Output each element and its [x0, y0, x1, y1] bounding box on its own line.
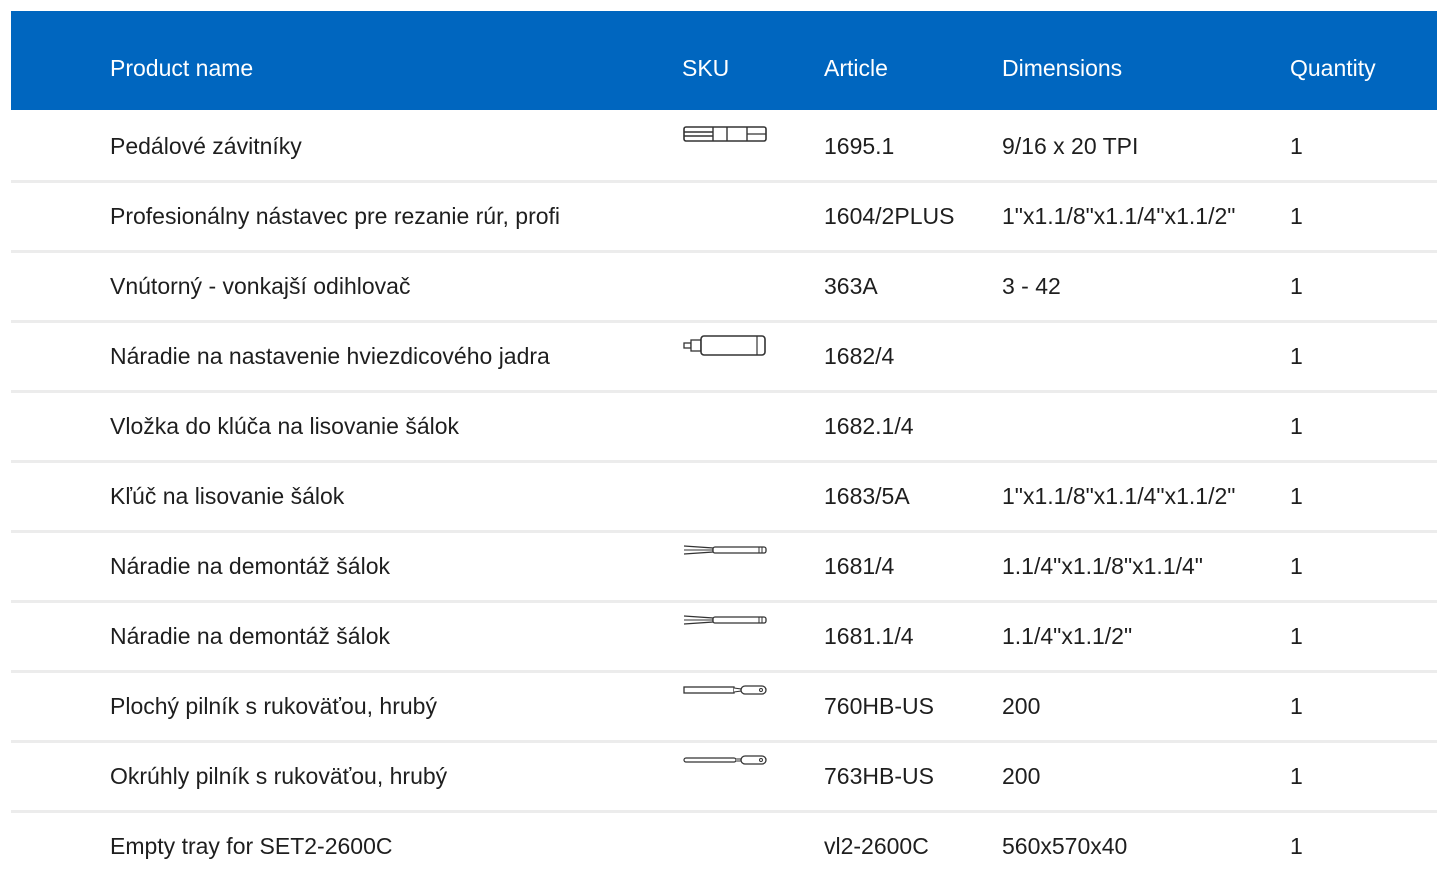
product-name-cell: Náradie na demontáž šálok: [110, 553, 390, 579]
table-row[interactable]: Náradie na demontáž šálok 1681.1/4 1.1/4"x…: [11, 603, 1437, 673]
product-name-cell: Pedálové závitníky: [110, 133, 302, 159]
dimensions-cell: 1"x1.1/8"x1.1/4"x1.1/2": [1002, 203, 1236, 229]
table-row[interactable]: Vložka do klúča na lisovanie šálok 1682.1…: [11, 393, 1437, 463]
cup-remover-icon: [683, 614, 767, 638]
sku-cell: [683, 264, 767, 288]
flat-file-icon: [683, 684, 767, 708]
sku-cell: [683, 404, 767, 428]
sku-cell: [683, 474, 767, 498]
quantity-cell: 1: [1290, 623, 1303, 649]
product-table: Product name SKU Article Dimensions Quan…: [11, 11, 1437, 880]
table-row[interactable]: Pedálové závitníky 1695.1 9/16 x 20 TPI 1: [11, 113, 1437, 183]
table-row[interactable]: Profesionálny nástavec pre rezanie rúr, …: [11, 183, 1437, 253]
product-name-cell: Empty tray for SET2-2600C: [110, 833, 393, 859]
article-cell: 760HB-US: [824, 693, 934, 719]
cup-remover-icon: [683, 544, 767, 568]
quantity-cell: 1: [1290, 133, 1303, 159]
table-row[interactable]: Empty tray for SET2-2600C vl2-2600C 560x57…: [11, 813, 1437, 880]
product-name-cell: Kľúč na lisovanie šálok: [110, 483, 345, 509]
dimensions-cell: 1.1/4"x1.1/8"x1.1/4": [1002, 553, 1203, 579]
product-name-cell: Profesionálny nástavec pre rezanie rúr, …: [110, 203, 561, 229]
quantity-cell: 1: [1290, 763, 1303, 789]
quantity-cell: 1: [1290, 693, 1303, 719]
dimensions-cell: 3 - 42: [1002, 273, 1061, 299]
quantity-cell: 1: [1290, 483, 1303, 509]
article-cell: 1695.1: [824, 133, 895, 159]
dimensions-cell: 560x570x40: [1002, 833, 1128, 859]
quantity-cell: 1: [1290, 833, 1303, 859]
quantity-cell: 1: [1290, 273, 1303, 299]
product-name-cell: Okrúhly pilník s rukoväťou, hrubý: [110, 763, 448, 789]
product-name-cell: Vložka do klúča na lisovanie šálok: [110, 413, 460, 439]
table-row[interactable]: Vnútorný - vonkajší odihlovač 363A 3 - 42 1: [11, 253, 1437, 323]
article-cell: 1683/5A: [824, 483, 910, 509]
dimensions-cell: 1"x1.1/8"x1.1/4"x1.1/2": [1002, 483, 1236, 509]
table-row[interactable]: Náradie na nastavenie hviezdicového jadr…: [11, 323, 1437, 393]
article-cell: 1682.1/4: [824, 413, 914, 439]
article-cell: 1681.1/4: [824, 623, 914, 649]
header-article[interactable]: Article: [824, 55, 888, 81]
article-cell: 363A: [824, 273, 878, 299]
header-product-name[interactable]: Product name: [110, 55, 253, 81]
table-row[interactable]: Plochý pilník s rukoväťou, hrubý 760HB-US…: [11, 673, 1437, 743]
dimensions-cell: 200: [1002, 693, 1041, 719]
dimensions-cell: 1.1/4"x1.1/2": [1002, 623, 1133, 649]
table-body: Pedálové závitníky 1695.1 9/16 x 20 TPI 1 Pr…: [11, 113, 1437, 880]
dimensions-cell: 200: [1002, 763, 1041, 789]
table-header: Product name SKU Article Dimensions Quan…: [11, 11, 1437, 110]
table-row[interactable]: Okrúhly pilník s rukoväťou, hrubý 763HB-U…: [11, 743, 1437, 813]
tap-tool-icon: [683, 124, 767, 148]
product-name-cell: Náradie na nastavenie hviezdicového jadr…: [110, 343, 550, 369]
product-name-cell: Plochý pilník s rukoväťou, hrubý: [110, 693, 437, 719]
table-row[interactable]: Náradie na demontáž šálok 1681/4 1.1/4"x1.…: [11, 533, 1437, 603]
article-cell: 1681/4: [824, 553, 895, 579]
quantity-cell: 1: [1290, 553, 1303, 579]
quantity-cell: 1: [1290, 343, 1303, 369]
product-name-cell: Náradie na demontáž šálok: [110, 623, 390, 649]
quantity-cell: 1: [1290, 203, 1303, 229]
quantity-cell: 1: [1290, 413, 1303, 439]
header-dimensions[interactable]: Dimensions: [1002, 55, 1122, 81]
table-row[interactable]: Kľúč na lisovanie šálok 1683/5A 1"x1.1/8"x…: [11, 463, 1437, 533]
product-name-cell: Vnútorný - vonkajší odihlovač: [110, 273, 411, 299]
header-sku[interactable]: SKU: [682, 55, 729, 81]
article-cell: vl2-2600C: [824, 833, 929, 859]
article-cell: 1682/4: [824, 343, 895, 369]
article-cell: 763HB-US: [824, 763, 934, 789]
star-nut-setter-icon: [683, 334, 767, 358]
round-file-icon: [683, 754, 767, 778]
article-cell: 1604/2PLUS: [824, 203, 955, 229]
sku-cell: [683, 824, 767, 848]
sku-cell: [683, 194, 767, 218]
dimensions-cell: 9/16 x 20 TPI: [1002, 133, 1139, 159]
header-quantity[interactable]: Quantity: [1290, 55, 1376, 81]
